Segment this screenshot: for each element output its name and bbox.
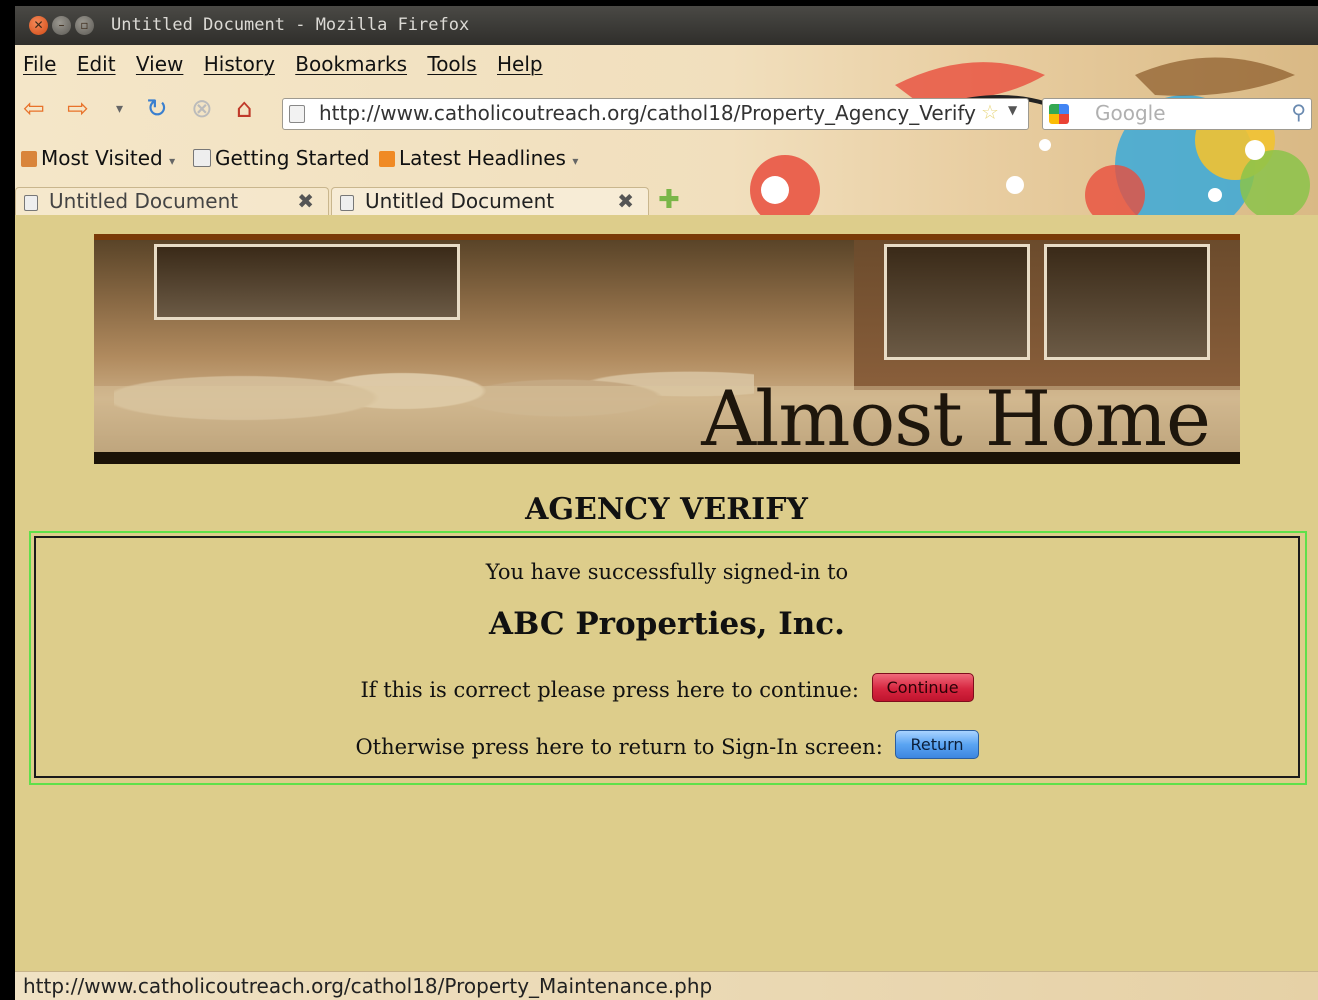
stop-icon[interactable]: ⊗ xyxy=(191,94,213,124)
menu-edit[interactable]: Edit xyxy=(77,52,116,76)
minimize-icon: – xyxy=(58,18,65,32)
company-name: ABC Properties, Inc. xyxy=(489,606,845,642)
menu-help[interactable]: Help xyxy=(497,52,543,76)
minimize-window-button[interactable]: – xyxy=(52,16,71,35)
chevron-down-icon: ▾ xyxy=(572,154,579,168)
signed-in-text: You have successfully signed-in to xyxy=(485,560,849,584)
search-icon[interactable]: ⚲ xyxy=(1291,100,1306,124)
bookmark-star-icon[interactable]: ☆ xyxy=(981,100,999,124)
banner-window xyxy=(884,244,1030,360)
banner-window xyxy=(1044,244,1210,360)
title-bar: ✕ – ▫ Untitled Document - Mozilla Firefo… xyxy=(15,6,1318,45)
bookmark-latest-headlines[interactable]: Latest Headlines ▾ xyxy=(379,146,578,170)
tab-untitled-1[interactable]: Untitled Document ✖ xyxy=(15,187,329,215)
page-content: Almost Home AGENCY VERIFY You have succe… xyxy=(15,215,1318,971)
page-icon xyxy=(24,195,38,211)
home-icon[interactable]: ⌂ xyxy=(236,94,253,124)
continue-row: If this is correct please press here to … xyxy=(36,673,1298,702)
search-bar[interactable]: Google ⚲ xyxy=(1042,98,1312,130)
menu-tools[interactable]: Tools xyxy=(427,52,476,76)
window-title: Untitled Document - Mozilla Firefox xyxy=(111,15,470,35)
page-icon xyxy=(193,149,211,167)
close-tab-icon[interactable]: ✖ xyxy=(297,189,314,213)
status-bar: http://www.catholicoutreach.org/cathol18… xyxy=(15,971,1318,1000)
status-text: http://www.catholicoutreach.org/cathol18… xyxy=(23,974,713,998)
chevron-down-icon: ▾ xyxy=(169,154,176,168)
menu-bookmarks[interactable]: Bookmarks xyxy=(295,52,407,76)
history-dropdown-icon[interactable]: ▾ xyxy=(116,94,123,124)
banner-bottom-rule xyxy=(94,452,1240,464)
maximize-window-button[interactable]: ▫ xyxy=(75,16,94,35)
almost-home-banner: Almost Home xyxy=(94,234,1240,464)
menu-history[interactable]: History xyxy=(204,52,275,76)
return-row: Otherwise press here to return to Sign-I… xyxy=(36,730,1298,759)
close-tab-icon[interactable]: ✖ xyxy=(617,189,634,213)
tab-untitled-2[interactable]: Untitled Document ✖ xyxy=(331,187,649,215)
page-icon xyxy=(340,195,354,211)
rss-icon xyxy=(379,151,395,167)
tab-strip: Untitled Document ✖ Untitled Document ✖ … xyxy=(15,183,1318,215)
bookmark-getting-started[interactable]: Getting Started xyxy=(193,146,370,170)
browser-window: ✕ – ▫ Untitled Document - Mozilla Firefo… xyxy=(15,6,1318,1000)
continue-button[interactable]: Continue xyxy=(871,673,974,702)
continue-prompt: If this is correct please press here to … xyxy=(360,678,859,702)
browser-chrome: File Edit View History Bookmarks Tools H… xyxy=(15,45,1318,215)
reload-icon[interactable]: ↻ xyxy=(146,94,168,124)
search-placeholder: Google xyxy=(1095,101,1166,125)
return-prompt: Otherwise press here to return to Sign-I… xyxy=(355,735,883,759)
back-arrow-icon[interactable]: ⇦ xyxy=(23,94,45,124)
url-dropdown-icon[interactable]: ▼ xyxy=(1008,103,1017,117)
google-engine-icon[interactable] xyxy=(1049,104,1069,124)
return-button[interactable]: Return xyxy=(895,730,979,759)
page-title: AGENCY VERIFY xyxy=(525,492,808,527)
url-text[interactable]: http://www.catholicoutreach.org/cathol18… xyxy=(319,101,979,125)
menu-bar: File Edit View History Bookmarks Tools H… xyxy=(23,52,557,76)
folder-icon xyxy=(21,151,37,167)
banner-window xyxy=(154,244,460,320)
bookmark-most-visited[interactable]: Most Visited ▾ xyxy=(21,146,175,170)
verify-panel: You have successfully signed-in to ABC P… xyxy=(34,536,1300,778)
new-tab-icon[interactable]: ✚ xyxy=(658,185,680,215)
page-favicon-icon xyxy=(289,105,305,123)
url-bar[interactable]: http://www.catholicoutreach.org/cathol18… xyxy=(282,98,1029,130)
forward-arrow-icon[interactable]: ⇨ xyxy=(67,94,89,124)
close-window-button[interactable]: ✕ xyxy=(29,16,48,35)
banner-title: Almost Home xyxy=(701,374,1211,463)
maximize-icon: ▫ xyxy=(80,18,89,32)
menu-file[interactable]: File xyxy=(23,52,56,76)
verify-panel-outer: You have successfully signed-in to ABC P… xyxy=(29,531,1307,785)
navigation-toolbar: ⇦ ⇨ ▾ ↻ ⊗ ⌂ http://www.catholicoutreach.… xyxy=(15,90,1318,130)
close-icon: ✕ xyxy=(33,18,44,32)
menu-view[interactable]: View xyxy=(136,52,183,76)
